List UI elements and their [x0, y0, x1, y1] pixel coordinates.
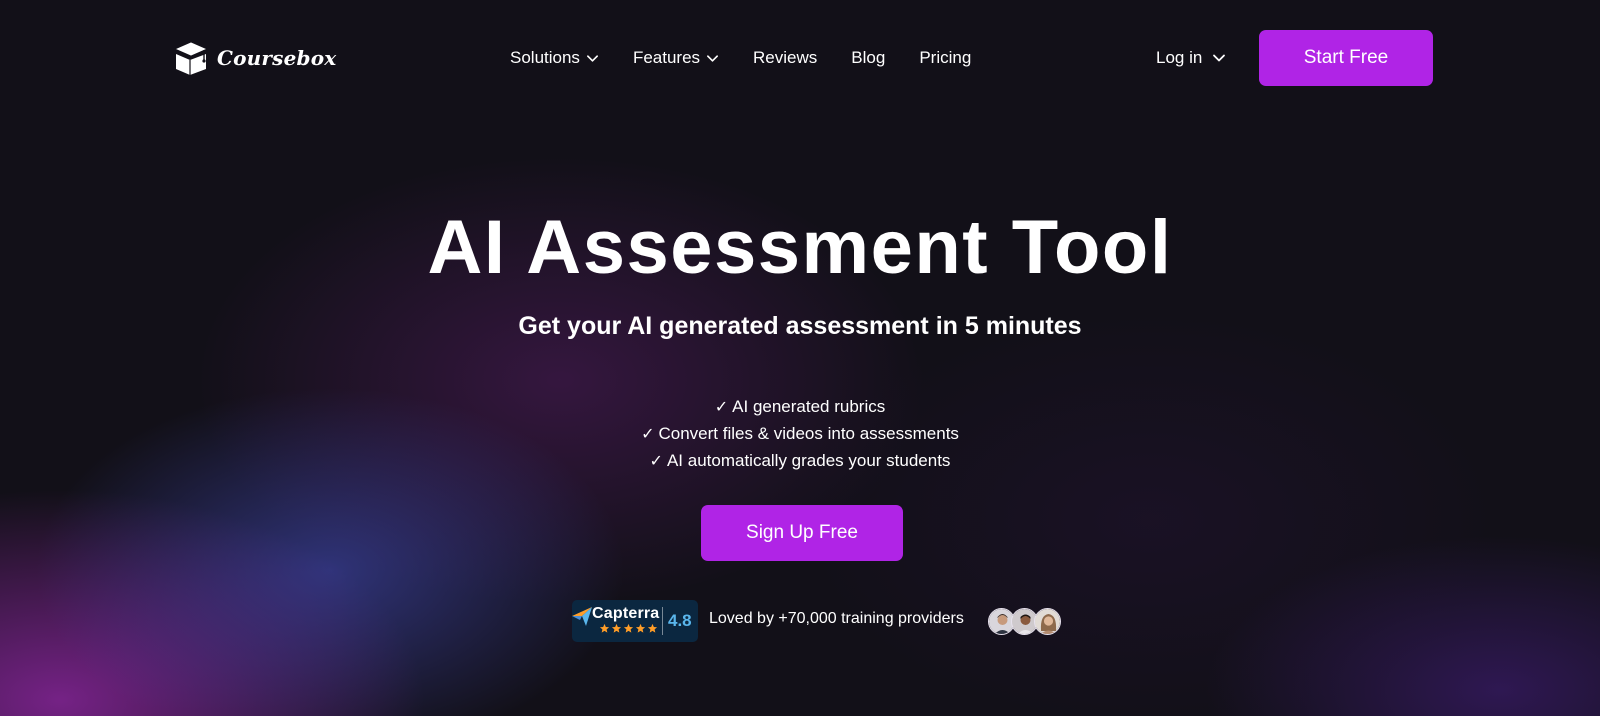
nav-item-features[interactable]: Features — [633, 48, 719, 68]
nav-item-label: Reviews — [753, 48, 818, 67]
capterra-badge[interactable]: Capterra 4.8 — [572, 600, 698, 642]
nav-item-pricing[interactable]: Pricing — [919, 48, 971, 68]
main-nav: Solutions Features Reviews Blog Pricing — [510, 46, 971, 70]
capterra-name: Capterra — [592, 605, 660, 622]
graduation-cap-box-icon — [171, 38, 211, 78]
feature-list: ✓ AI generated rubrics ✓ Convert files & v… — [0, 393, 1600, 474]
nav-item-label: Features — [632, 48, 701, 67]
star-icon — [611, 623, 622, 633]
capterra-brand: Capterra — [572, 600, 662, 642]
nav-item-label: Pricing — [919, 48, 972, 67]
star-icon — [635, 623, 646, 633]
chevron-down-icon — [586, 54, 598, 62]
checkmark-icon: ✓ — [641, 424, 655, 443]
star-icon — [647, 623, 658, 633]
nav-item-reviews[interactable]: Reviews — [753, 48, 817, 68]
divider — [662, 607, 663, 635]
hero-subtitle: Get your AI generated assessment in 5 mi… — [518, 312, 1082, 340]
star-icon — [599, 623, 610, 633]
page-title: AI Assessment Tool — [427, 205, 1173, 290]
star-rating — [599, 623, 658, 634]
login-menu[interactable]: Log in — [1156, 46, 1226, 70]
checkmark-icon: ✓ — [649, 451, 663, 470]
chevron-down-icon — [1213, 54, 1226, 62]
nav-item-label: Solutions — [510, 48, 580, 67]
avatar-group — [988, 608, 1061, 635]
checkmark-icon: ✓ — [714, 397, 729, 416]
start-free-button[interactable]: Start Free — [1259, 30, 1433, 86]
sign-up-free-button[interactable]: Sign Up Free — [701, 505, 903, 561]
capterra-rating: 4.8 — [668, 611, 692, 630]
avatar — [1034, 608, 1061, 635]
feature-text: Convert files & videos into assessments — [658, 424, 959, 443]
list-item: ✓ AI generated rubrics — [0, 393, 1600, 420]
nav-item-label: Blog — [851, 48, 886, 67]
social-proof-text: Loved by +70,000 training providers — [709, 610, 964, 627]
feature-text: AI automatically grades your students — [666, 451, 951, 470]
login-label: Log in — [1156, 48, 1203, 67]
nav-item-blog[interactable]: Blog — [851, 48, 885, 68]
list-item: ✓ Convert files & videos into assessments — [0, 420, 1600, 447]
chevron-down-icon — [707, 54, 719, 62]
list-item: ✓ AI automatically grades your students — [0, 447, 1600, 474]
nav-item-solutions[interactable]: Solutions — [510, 48, 599, 68]
feature-text: AI generated rubrics — [732, 397, 886, 416]
brand-logo[interactable]: Coursebox — [171, 38, 336, 78]
star-icon — [623, 623, 634, 633]
capterra-arrow-icon — [572, 607, 592, 626]
brand-name: Coursebox — [217, 46, 337, 70]
